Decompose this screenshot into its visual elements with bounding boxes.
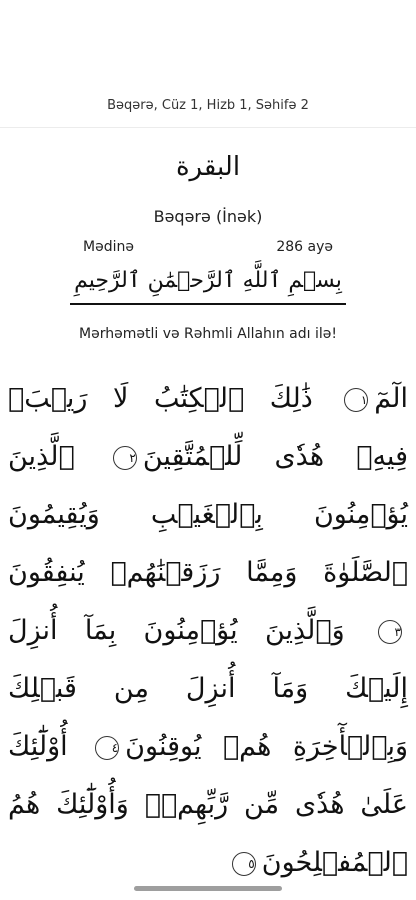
page-location-title[interactable]: Bəqərə, Cüz 1, Hizb 1, Səhifə 2	[0, 98, 416, 113]
ayah-number-marker: ٤	[95, 735, 120, 760]
revelation-place: Mədinə	[83, 239, 134, 255]
ayah-number-marker: ٥	[231, 851, 256, 876]
surah-name: Bəqərə (İnək)	[153, 207, 263, 226]
ayah-number-marker: ٢	[112, 445, 137, 470]
basmala-underline	[70, 303, 346, 305]
verse-text: وَٱلَّذِينَ يُؤۡمِنُونَ بِمَآ أُنزِلَ إِ…	[8, 615, 408, 762]
verse-text: الٓمٓ	[374, 383, 408, 414]
verse-block: الٓمٓ١ ذَٰلِكَ ٱلۡكِتَٰبُ لَا رَيۡبَۛ فِ…	[8, 370, 408, 892]
basmala-arabic: بِسۡمِ ٱللَّهِ ٱلرَّحۡمَٰنِ ٱلرَّحِيمِ	[74, 268, 342, 293]
surah-arabic-name: البقرة	[175, 152, 241, 182]
basmala-translation: Mərhəmətli və Rəhmli Allahın adı ilə!	[79, 326, 337, 342]
home-indicator[interactable]	[134, 886, 282, 891]
verse[interactable]: وَٱلَّذِينَ يُؤۡمِنُونَ بِمَآ أُنزِلَ إِ…	[8, 615, 408, 762]
ayah-number-marker: ٣	[378, 619, 402, 644]
ayah-number-marker: ١	[344, 387, 369, 412]
verse[interactable]: الٓمٓ١	[338, 383, 408, 414]
ayah-count: 286 ayə	[276, 239, 333, 255]
top-bar: Bəqərə, Cüz 1, Hizb 1, Səhifə 2	[0, 0, 416, 128]
